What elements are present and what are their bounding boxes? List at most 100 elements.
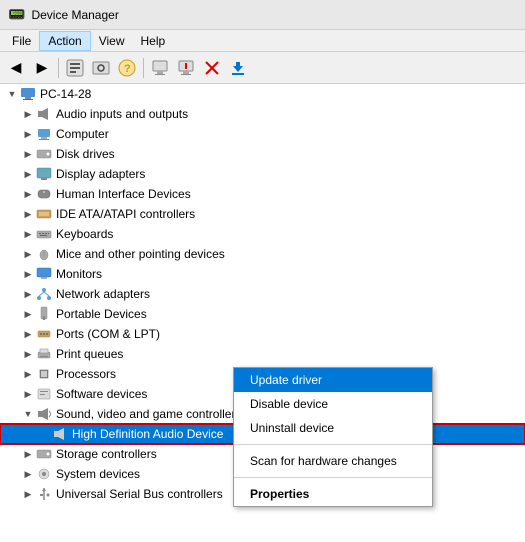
ports-icon	[36, 326, 52, 342]
ctx-update-driver[interactable]: Update driver	[234, 368, 432, 392]
tree-item-hid[interactable]: ▶ Human Interface Devices	[0, 184, 525, 204]
tree-item-monitors[interactable]: ▶ Monitors	[0, 264, 525, 284]
tree-item-ports[interactable]: ▶ Ports (COM & LPT)	[0, 324, 525, 344]
ide-toggle[interactable]: ▶	[20, 206, 36, 222]
ctx-disable-device[interactable]: Disable device	[234, 392, 432, 416]
toolbar-sep2	[143, 58, 144, 78]
hd-audio-label: High Definition Audio Device	[72, 427, 223, 441]
root-label: PC-14-28	[40, 87, 91, 101]
ctx-scan-hardware[interactable]: Scan for hardware changes	[234, 449, 432, 473]
tree-area[interactable]: ▼ PC-14-28 ▶ Audio inputs and outputs ▶ …	[0, 84, 525, 542]
software-icon	[36, 386, 52, 402]
monitors-toggle[interactable]: ▶	[20, 266, 36, 282]
storage-label: Storage controllers	[56, 447, 157, 461]
usb-icon	[36, 486, 52, 502]
monitors-label: Monitors	[56, 267, 102, 281]
hd-audio-toggle	[36, 426, 52, 442]
network-toggle[interactable]: ▶	[20, 286, 36, 302]
toolbar-scan[interactable]	[89, 56, 113, 80]
computer-toggle[interactable]: ▶	[20, 126, 36, 142]
tree-item-keyboard[interactable]: ▶ Keyboards	[0, 224, 525, 244]
svg-text:?: ?	[124, 63, 131, 75]
disk-toggle[interactable]: ▶	[20, 146, 36, 162]
ide-label: IDE ATA/ATAPI controllers	[56, 207, 195, 221]
toolbar-properties[interactable]	[63, 56, 87, 80]
portable-icon	[36, 306, 52, 322]
keyboard-toggle[interactable]: ▶	[20, 226, 36, 242]
system-icon	[36, 466, 52, 482]
network-icon	[36, 286, 52, 302]
tree-item-display[interactable]: ▶ Display adapters	[0, 164, 525, 184]
ctx-uninstall-device[interactable]: Uninstall device	[234, 416, 432, 440]
tree-item-portable[interactable]: ▶ Portable Devices	[0, 304, 525, 324]
title-bar-text: Device Manager	[31, 8, 118, 22]
display-icon	[36, 166, 52, 182]
audio-icon	[36, 106, 52, 122]
portable-label: Portable Devices	[56, 307, 147, 321]
root-toggle[interactable]: ▼	[4, 86, 20, 102]
menu-file[interactable]: File	[4, 32, 39, 50]
ctx-properties[interactable]: Properties	[234, 482, 432, 506]
tree-item-disk[interactable]: ▶ Disk drives	[0, 144, 525, 164]
portable-toggle[interactable]: ▶	[20, 306, 36, 322]
tree-item-audio[interactable]: ▶ Audio inputs and outputs	[0, 104, 525, 124]
toolbar-back[interactable]: ◀	[4, 56, 28, 80]
processor-toggle[interactable]: ▶	[20, 366, 36, 382]
title-bar: 📟 Device Manager	[0, 0, 525, 30]
sound-label: Sound, video and game controllers	[56, 407, 241, 421]
toolbar-download[interactable]	[226, 56, 250, 80]
sound-toggle[interactable]: ▼	[20, 406, 36, 422]
computer-label: Computer	[56, 127, 109, 141]
storage-toggle[interactable]: ▶	[20, 446, 36, 462]
system-label: System devices	[56, 467, 140, 481]
tree-item-print[interactable]: ▶ Print queues	[0, 344, 525, 364]
print-toggle[interactable]: ▶	[20, 346, 36, 362]
keyboard-icon	[36, 226, 52, 242]
processor-label: Processors	[56, 367, 116, 381]
tree-item-mouse[interactable]: ▶ Mice and other pointing devices	[0, 244, 525, 264]
context-menu: Update driver Disable device Uninstall d…	[233, 367, 433, 507]
hid-toggle[interactable]: ▶	[20, 186, 36, 202]
system-toggle[interactable]: ▶	[20, 466, 36, 482]
computer2-icon	[36, 126, 52, 142]
storage-icon	[36, 446, 52, 462]
toolbar-sep1	[58, 58, 59, 78]
monitors-icon	[36, 266, 52, 282]
network-label: Network adapters	[56, 287, 150, 301]
display-label: Display adapters	[56, 167, 145, 181]
tree-root[interactable]: ▼ PC-14-28	[0, 84, 525, 104]
toolbar: ◀ ▶ ?	[0, 52, 525, 84]
keyboard-label: Keyboards	[56, 227, 113, 241]
ide-icon	[36, 206, 52, 222]
menu-view[interactable]: View	[91, 32, 133, 50]
sound-icon	[36, 406, 52, 422]
toolbar-monitor2[interactable]	[174, 56, 198, 80]
display-toggle[interactable]: ▶	[20, 166, 36, 182]
software-label: Software devices	[56, 387, 147, 401]
print-icon	[36, 346, 52, 362]
toolbar-monitor[interactable]	[148, 56, 172, 80]
menu-help[interactable]: Help	[133, 32, 174, 50]
audio-toggle[interactable]: ▶	[20, 106, 36, 122]
toolbar-remove[interactable]	[200, 56, 224, 80]
toolbar-forward[interactable]: ▶	[30, 56, 54, 80]
tree-item-network[interactable]: ▶ Network adapters	[0, 284, 525, 304]
toolbar-help[interactable]: ?	[115, 56, 139, 80]
menu-action[interactable]: Action	[39, 31, 90, 51]
mouse-icon	[36, 246, 52, 262]
mouse-toggle[interactable]: ▶	[20, 246, 36, 262]
tree-item-computer[interactable]: ▶ Computer	[0, 124, 525, 144]
audio-label: Audio inputs and outputs	[56, 107, 188, 121]
ctx-sep2	[234, 477, 432, 478]
hid-icon	[36, 186, 52, 202]
title-bar-icon: 📟	[8, 6, 25, 23]
tree-item-ide[interactable]: ▶ IDE ATA/ATAPI controllers	[0, 204, 525, 224]
usb-label: Universal Serial Bus controllers	[56, 487, 223, 501]
hid-label: Human Interface Devices	[56, 187, 191, 201]
software-toggle[interactable]: ▶	[20, 386, 36, 402]
usb-toggle[interactable]: ▶	[20, 486, 36, 502]
ctx-sep1	[234, 444, 432, 445]
ports-toggle[interactable]: ▶	[20, 326, 36, 342]
menu-bar: File Action View Help	[0, 30, 525, 52]
processor-icon	[36, 366, 52, 382]
